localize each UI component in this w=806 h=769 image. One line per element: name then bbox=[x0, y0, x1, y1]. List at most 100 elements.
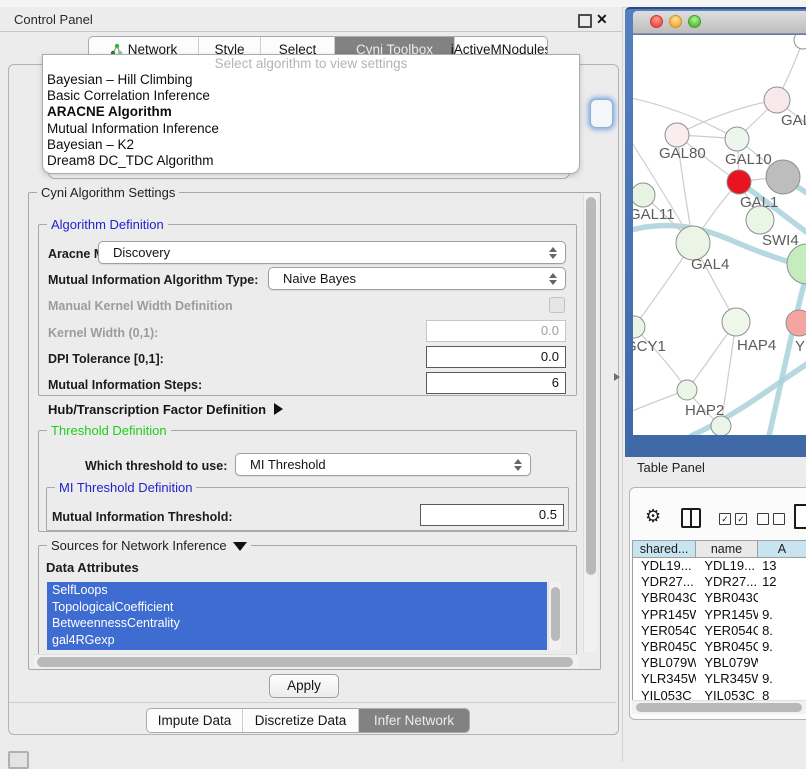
mi-threshold-field[interactable]: 0.5 bbox=[420, 504, 564, 526]
table-cell: 9. bbox=[758, 639, 806, 655]
network-node-hap2[interactable] bbox=[677, 380, 697, 400]
table-cell bbox=[758, 590, 806, 606]
aracne-mode-combo[interactable]: Discovery bbox=[98, 241, 566, 264]
close-icon[interactable]: ✕ bbox=[596, 11, 608, 28]
table-cell: YBR045C bbox=[633, 639, 696, 655]
table-row[interactable]: YIL053CYIL053C8 bbox=[633, 688, 806, 702]
scrollbar-thumb[interactable] bbox=[37, 657, 573, 667]
network-edge[interactable] bbox=[634, 327, 687, 390]
network-canvas[interactable]: GALGAL80GAL10GAL1GAL11SWI4GAL4GCY1HAP4YH… bbox=[633, 35, 806, 435]
network-node-gal11[interactable] bbox=[633, 183, 655, 207]
hide-all-columns-icon[interactable] bbox=[757, 513, 785, 525]
tab-impute-data[interactable]: Impute Data bbox=[147, 709, 243, 732]
network-node-y[interactable] bbox=[786, 310, 806, 336]
settings-vertical-scrollbar[interactable] bbox=[583, 194, 597, 652]
table-cell: 8. bbox=[758, 623, 806, 639]
kernel-width-field[interactable]: 0.0 bbox=[426, 320, 566, 342]
network-node-gal80[interactable] bbox=[665, 123, 689, 147]
table-cell: YBR043C bbox=[696, 590, 758, 606]
network-node-gal1[interactable] bbox=[727, 170, 751, 194]
network-node-label: GAL4 bbox=[691, 256, 729, 273]
attribute-list-item[interactable]: gal4RGexp bbox=[47, 632, 547, 649]
panel-resize-handle[interactable] bbox=[614, 373, 620, 381]
manual-kernel-checkbox[interactable] bbox=[549, 297, 565, 313]
gear-icon[interactable]: ⚙ bbox=[645, 505, 661, 527]
table-row[interactable]: YBR043CYBR043C bbox=[633, 590, 806, 606]
algorithm-option[interactable]: ARACNE Algorithm bbox=[43, 104, 579, 120]
scrollbar-thumb[interactable] bbox=[586, 197, 596, 575]
table-column-header[interactable]: shared... bbox=[633, 541, 696, 557]
algorithm-dropdown-placeholder: Select algorithm to view settings bbox=[43, 55, 579, 72]
table-column-header[interactable]: name bbox=[696, 541, 758, 557]
table-row[interactable]: YDL19...YDL19...13 bbox=[633, 558, 806, 574]
kernel-width-value: 0.0 bbox=[541, 323, 559, 338]
network-node-hap4[interactable] bbox=[722, 308, 750, 336]
sources-title-label: Sources for Network Inference bbox=[51, 538, 227, 553]
tab-infer-network[interactable]: Infer Network bbox=[359, 709, 469, 732]
table-row[interactable]: YER054CYER054C8. bbox=[633, 623, 806, 639]
scrollbar-thumb[interactable] bbox=[636, 703, 802, 712]
attribute-list-item[interactable]: SelfLoops bbox=[47, 582, 547, 599]
table-cell: 9. bbox=[758, 671, 806, 687]
minimize-window-icon[interactable] bbox=[669, 15, 682, 28]
data-attributes-list[interactable]: SelfLoopsTopologicalCoefficientBetweenne… bbox=[47, 582, 547, 650]
split-columns-icon[interactable] bbox=[681, 508, 701, 528]
network-node[interactable] bbox=[766, 160, 800, 194]
table-cell: YIL053C bbox=[633, 688, 696, 702]
table-panel-title: Table Panel bbox=[637, 460, 705, 475]
table-horizontal-scrollbar[interactable] bbox=[632, 700, 806, 714]
table-row[interactable]: YBL079WYBL079W bbox=[633, 655, 806, 671]
algorithm-option[interactable]: Basic Correlation Inference bbox=[43, 88, 579, 104]
float-window-icon[interactable] bbox=[578, 14, 592, 28]
table-cell: YPR145W bbox=[696, 607, 758, 623]
panel-separator bbox=[9, 702, 616, 703]
algorithm-option[interactable]: Bayesian – K2 bbox=[43, 137, 579, 153]
table-cell: 9. bbox=[758, 607, 806, 623]
apply-button[interactable]: Apply bbox=[269, 674, 339, 698]
table-column-header[interactable]: A bbox=[758, 541, 806, 557]
dpi-tolerance-field[interactable]: 0.0 bbox=[426, 346, 566, 368]
hub-section-toggle[interactable]: Hub/Transcription Factor Definition bbox=[48, 402, 283, 417]
network-node[interactable] bbox=[794, 35, 806, 49]
collapsed-arrow-icon bbox=[274, 403, 283, 415]
checkbox-checked-icon: ✓ bbox=[735, 513, 747, 525]
network-node-swi4[interactable] bbox=[746, 206, 774, 234]
network-node[interactable] bbox=[711, 416, 731, 435]
zoom-window-icon[interactable] bbox=[688, 15, 701, 28]
table-row[interactable]: YDR27...YDR27...12 bbox=[633, 574, 806, 590]
attribute-list-item[interactable]: TopologicalCoefficient bbox=[47, 599, 547, 616]
network-node-gal[interactable] bbox=[764, 87, 790, 113]
which-threshold-combo[interactable]: MI Threshold bbox=[235, 453, 531, 476]
network-window-titlebar[interactable] bbox=[633, 11, 806, 34]
algorithm-option[interactable]: Bayesian – Hill Climbing bbox=[43, 72, 579, 88]
table-cell: YER054C bbox=[633, 623, 696, 639]
network-node[interactable] bbox=[787, 244, 806, 284]
algorithm-option[interactable]: Mutual Information Inference bbox=[43, 121, 579, 137]
mi-steps-field[interactable]: 6 bbox=[426, 372, 566, 394]
network-edge-highlighted[interactable] bbox=[691, 360, 806, 435]
table-row[interactable]: YBR045CYBR045C9. bbox=[633, 639, 806, 655]
settings-horizontal-scrollbar[interactable] bbox=[34, 654, 578, 668]
network-node-label: GAL bbox=[781, 112, 806, 129]
network-node-gcy1[interactable] bbox=[633, 316, 645, 338]
document-icon[interactable] bbox=[794, 504, 806, 529]
network-view-window: GALGAL80GAL10GAL1GAL11SWI4GAL4GCY1HAP4YH… bbox=[625, 7, 806, 457]
minimized-panel-icon[interactable] bbox=[8, 751, 29, 769]
attribute-list-item[interactable]: BetweennessCentrality bbox=[47, 615, 547, 632]
algorithm-option[interactable]: Dream8 DC_TDC Algorithm bbox=[43, 153, 579, 169]
tab-discretize-data[interactable]: Discretize Data bbox=[243, 709, 359, 732]
table-header-row: shared...nameA bbox=[633, 541, 806, 558]
network-node-gal10[interactable] bbox=[725, 127, 749, 151]
sources-group-title[interactable]: Sources for Network Inference bbox=[47, 538, 251, 553]
spinner-arrows-icon bbox=[549, 272, 558, 286]
close-window-icon[interactable] bbox=[650, 15, 663, 28]
table-row[interactable]: YLR345WYLR345W9. bbox=[633, 671, 806, 687]
attributes-list-scrollbar[interactable] bbox=[548, 582, 561, 650]
table-row[interactable]: YPR145WYPR145W9. bbox=[633, 607, 806, 623]
scrollbar-thumb[interactable] bbox=[551, 587, 560, 641]
table-cell bbox=[758, 655, 806, 671]
mi-type-combo[interactable]: Naive Bayes bbox=[268, 267, 566, 290]
show-all-columns-icon[interactable]: ✓ ✓ bbox=[719, 513, 747, 525]
network-node-gal4[interactable] bbox=[676, 226, 710, 260]
checkbox-unchecked-icon bbox=[773, 513, 785, 525]
